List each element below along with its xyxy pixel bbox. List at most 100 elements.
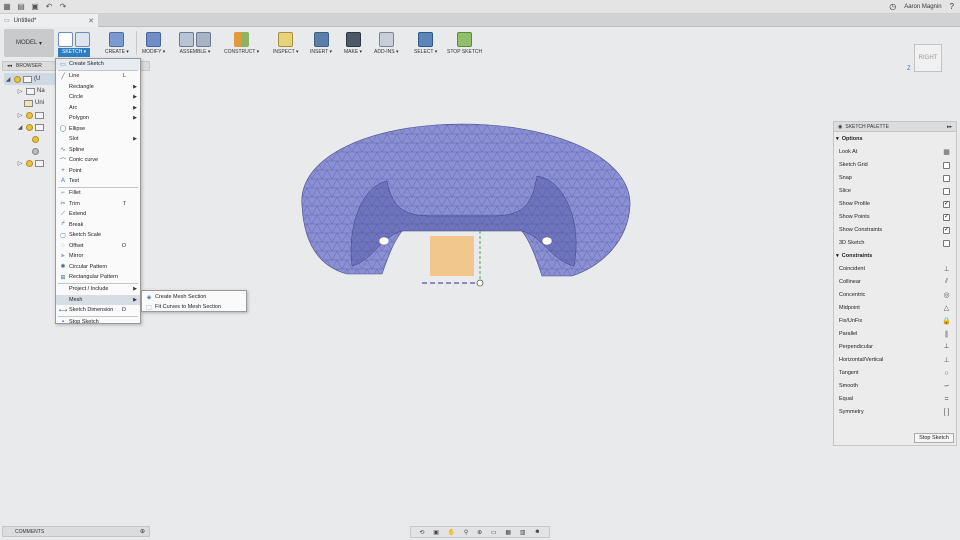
- modify-group[interactable]: MODIFY ▾: [142, 29, 165, 57]
- tangent-icon[interactable]: ○: [942, 369, 951, 378]
- make-group[interactable]: MAKE ▾: [344, 29, 362, 57]
- visibility-bulb-icon[interactable]: [32, 147, 39, 155]
- constraint-collinear[interactable]: Collinear ⫽: [839, 276, 951, 288]
- palette-header[interactable]: ◉ SKETCH PALETTE ▸▸: [834, 122, 956, 132]
- visibility-bulb-icon[interactable]: [26, 159, 33, 167]
- menu-item-slot[interactable]: Slot ▶: [56, 134, 140, 145]
- inspect-group[interactable]: INSPECT ▾: [273, 29, 299, 57]
- parallel-icon[interactable]: ∥: [942, 330, 951, 339]
- select-group[interactable]: SELECT ▾: [414, 29, 437, 57]
- palette-option-3d-sketch[interactable]: 3D Sketch: [839, 237, 951, 249]
- visibility-bulb-icon[interactable]: [32, 135, 39, 143]
- palette-option-show-profile[interactable]: Show Profile ✓: [839, 198, 951, 210]
- sketch-group[interactable]: SKETCH ▾: [58, 29, 91, 57]
- tree-row-meshes[interactable]: ◢: [4, 121, 56, 133]
- tree-row-sketch[interactable]: [4, 145, 56, 157]
- menu-item-text[interactable]: A Text: [56, 176, 140, 187]
- visibility-bulb-icon[interactable]: [26, 123, 33, 131]
- horizontal-vertical-icon[interactable]: ⊥: [942, 356, 951, 365]
- menu-item-point[interactable]: + Point: [56, 166, 140, 177]
- checkbox-wrap[interactable]: ✓: [942, 200, 951, 209]
- menu-item-spline[interactable]: ∿ Spline: [56, 145, 140, 156]
- tree-row-named-views[interactable]: ▷ Na: [4, 85, 56, 97]
- expand-icon[interactable]: ◢: [16, 124, 24, 131]
- user-menu[interactable]: Aaron Magnin: [904, 4, 941, 10]
- constraints-section[interactable]: ▾ Constraints: [836, 253, 872, 259]
- checkbox-wrap[interactable]: [942, 187, 951, 196]
- sketch-origin-point[interactable]: [476, 279, 484, 287]
- menu-item-project-include[interactable]: Project / Include ▶: [56, 284, 140, 295]
- equal-icon[interactable]: =: [942, 395, 951, 404]
- menu-item-sketch-dimension[interactable]: ⟷ Sketch Dimension D: [56, 305, 140, 316]
- checkbox[interactable]: ✓: [943, 226, 950, 234]
- insert-group[interactable]: INSERT ▾: [310, 29, 332, 57]
- checkbox-wrap[interactable]: [942, 161, 951, 170]
- add-ins-group[interactable]: ADD-INS ▾: [374, 29, 398, 57]
- checkbox[interactable]: [943, 187, 950, 195]
- checkbox[interactable]: ✓: [943, 213, 950, 221]
- menu-item-offset[interactable]: ◌ Offset O: [56, 241, 140, 252]
- constraint-coincident[interactable]: Coincident ⊥: [839, 263, 951, 275]
- menu-item-rectangular-pattern[interactable]: ⊞ Rectangular Pattern: [56, 272, 140, 283]
- smooth-icon[interactable]: ∽: [942, 382, 951, 391]
- expand-panel-icon[interactable]: ▸▸: [947, 124, 952, 130]
- tree-row-units[interactable]: Uni: [4, 97, 56, 109]
- visibility-bulb-icon[interactable]: [26, 111, 33, 119]
- expand-icon[interactable]: ▷: [16, 88, 24, 95]
- assemble-group[interactable]: ASSEMBLE ▾: [179, 29, 211, 57]
- menu-item-sketch-scale[interactable]: ▢ Sketch Scale: [56, 230, 140, 241]
- comments-panel[interactable]: COMMENTS ⊕: [2, 526, 150, 537]
- create-group[interactable]: CREATE ▾: [105, 29, 129, 57]
- constraint-parallel[interactable]: Parallel ∥: [839, 328, 951, 340]
- tree-row-root[interactable]: ◢ (U: [4, 73, 56, 85]
- tree-row-mesh-body[interactable]: [4, 133, 56, 145]
- mesh-model[interactable]: [292, 116, 637, 291]
- redo-icon[interactable]: ↷: [56, 0, 70, 14]
- constraint-horizontal-vertical[interactable]: Horizontal/Vertical ⊥: [839, 354, 951, 366]
- menu-item-rectangle[interactable]: Rectangle ▶: [56, 82, 140, 93]
- workspace-switcher[interactable]: MODEL ▾: [4, 29, 54, 57]
- menu-item-break[interactable]: ⌿ Break: [56, 220, 140, 231]
- constraint-midpoint[interactable]: Midpoint △: [839, 302, 951, 314]
- palette-option-show-constraints[interactable]: Show Constraints ✓: [839, 224, 951, 236]
- stop-sketch-button[interactable]: Stop Sketch: [914, 433, 954, 443]
- close-tab-icon[interactable]: ✕: [88, 17, 94, 25]
- undo-icon[interactable]: ↶: [42, 0, 56, 14]
- create-sketch-icon[interactable]: [58, 31, 74, 47]
- palette-option-snap[interactable]: Snap: [839, 172, 951, 184]
- menu-item-circular-pattern[interactable]: ✺ Circular Pattern: [56, 262, 140, 273]
- palette-option-show-points[interactable]: Show Points ✓: [839, 211, 951, 223]
- constraint-concentric[interactable]: Concentric ◎: [839, 289, 951, 301]
- menu-item-ellipse[interactable]: ◯ Ellipse: [56, 124, 140, 135]
- checkbox[interactable]: ✓: [943, 200, 950, 208]
- menu-item-mesh[interactable]: Mesh ▶: [56, 294, 140, 305]
- viewcube[interactable]: RIGHT: [914, 44, 942, 72]
- tree-row-origin[interactable]: ▷: [4, 109, 56, 121]
- checkbox-wrap[interactable]: [942, 239, 951, 248]
- midpoint-icon[interactable]: △: [942, 304, 951, 313]
- display-settings-icon[interactable]: ▭: [491, 529, 497, 536]
- rectangle-tool-icon[interactable]: [75, 31, 91, 47]
- effects-icon[interactable]: ☻: [534, 529, 540, 535]
- checkbox-wrap[interactable]: ✓: [942, 226, 951, 235]
- symmetry-icon[interactable]: [ ]: [942, 408, 951, 417]
- menu-item-mirror[interactable]: ⫸ Mirror: [56, 251, 140, 262]
- look-at-icon[interactable]: ▦: [942, 148, 951, 157]
- constraint-smooth[interactable]: Smooth ∽: [839, 380, 951, 392]
- collinear-icon[interactable]: ⫽: [942, 278, 951, 287]
- expand-icon[interactable]: ▷: [16, 112, 24, 119]
- coincident-icon[interactable]: ⊥: [942, 265, 951, 274]
- constraint-perpendicular[interactable]: Perpendicular ⟂: [839, 341, 951, 353]
- concentric-icon[interactable]: ◎: [942, 291, 951, 300]
- sketch-profile[interactable]: [430, 236, 474, 276]
- app-grid-icon[interactable]: ▦: [0, 0, 14, 14]
- menu-item-conic-curve[interactable]: ⌒ Conic curve: [56, 155, 140, 166]
- viewports-icon[interactable]: ▥: [520, 529, 526, 536]
- menu-item-circle[interactable]: Circle ▶: [56, 92, 140, 103]
- look-at-icon[interactable]: ▣: [433, 529, 439, 536]
- job-status-icon[interactable]: ◷: [889, 2, 896, 11]
- palette-option-sketch-grid[interactable]: Sketch Grid: [839, 159, 951, 171]
- add-comment-icon[interactable]: ⊕: [140, 528, 145, 535]
- constraint-tangent[interactable]: Tangent ○: [839, 367, 951, 379]
- checkbox-wrap[interactable]: [942, 174, 951, 183]
